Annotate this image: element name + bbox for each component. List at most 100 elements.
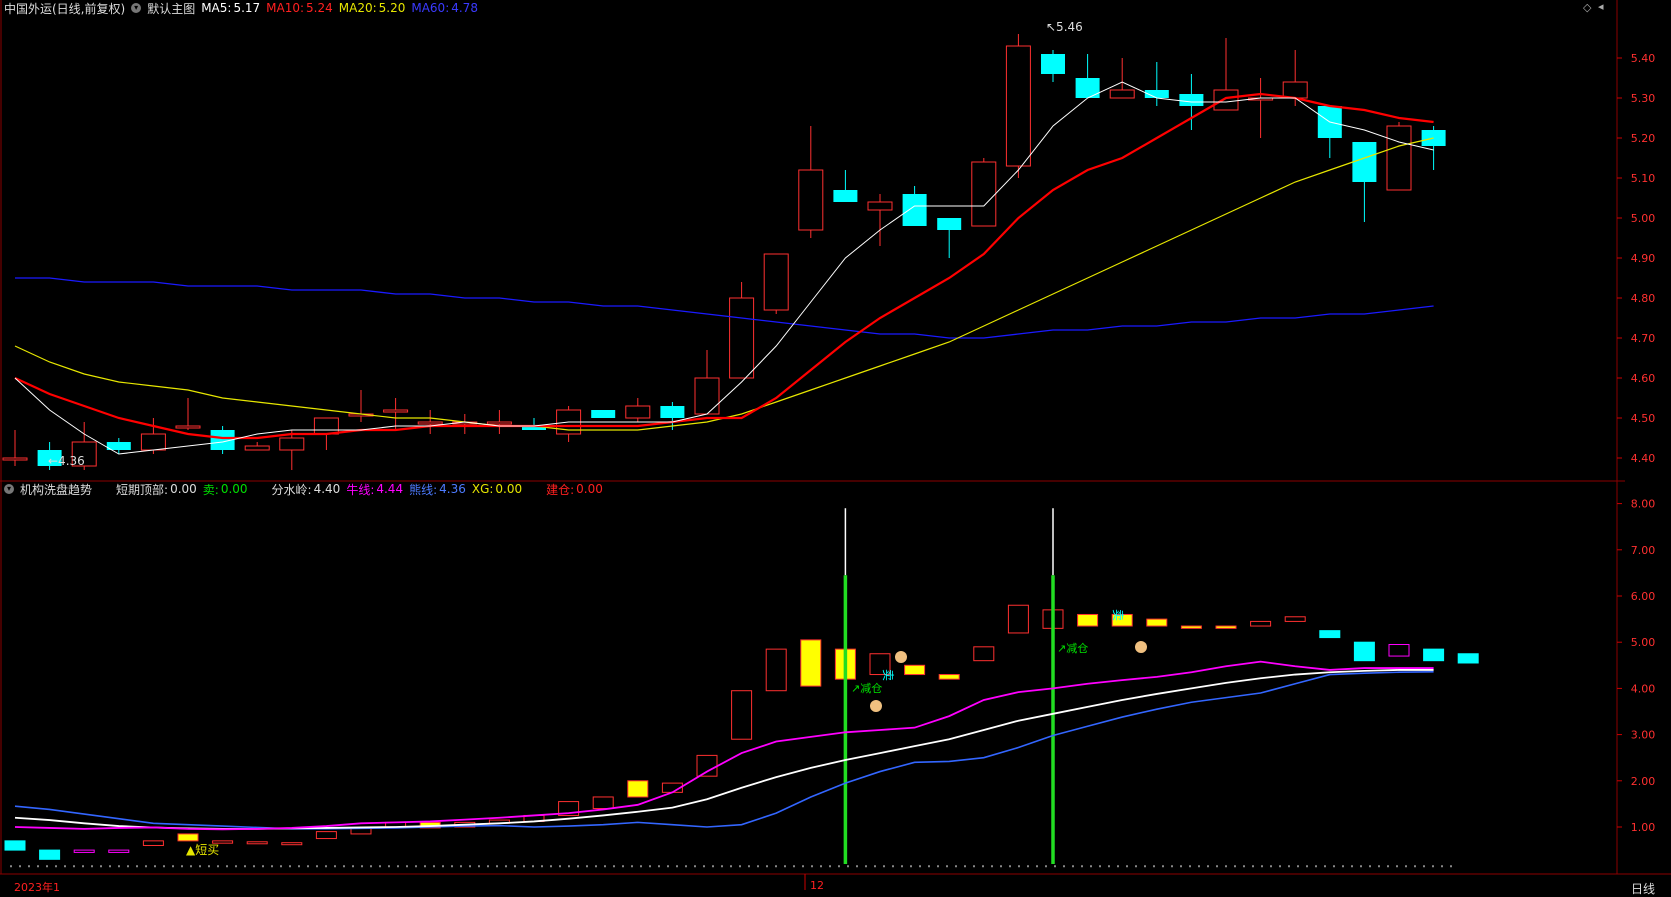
candle: [140, 433, 166, 451]
indicator-bar: [938, 674, 960, 680]
price-tick-label: 5.20: [1631, 132, 1656, 145]
top-label: 短期顶部:: [116, 482, 169, 497]
indicator-bar: [731, 690, 753, 740]
candle: [625, 405, 651, 419]
ma10-label: MA10:: [266, 1, 305, 15]
candle: [1005, 45, 1031, 167]
candle: [486, 421, 512, 425]
ind-tick-label: 1.00: [1631, 821, 1656, 834]
candle: [244, 445, 270, 451]
sell-value: 0.00: [220, 482, 248, 496]
ind-tick-label: 2.00: [1631, 775, 1656, 788]
price-tick-label: 4.80: [1631, 292, 1656, 305]
candle: [2, 457, 28, 461]
diamond-icon[interactable]: ◇: [1583, 1, 1591, 14]
candle: [694, 377, 720, 415]
ma20-label: MA20:: [338, 1, 377, 15]
stock-title[interactable]: 中国外运(日线,前复权): [4, 0, 125, 17]
bear-value: 4.36: [439, 482, 466, 496]
xg-label: XG:: [471, 482, 494, 496]
indicator-bar: [1388, 644, 1410, 657]
indicator-bar: [39, 849, 61, 860]
bear-label: 熊线:: [409, 482, 438, 497]
build-value: 0.00: [576, 482, 603, 496]
indicator-bar: [800, 639, 822, 687]
top-value: 0.00: [170, 482, 197, 496]
candle: [971, 161, 997, 227]
price-tick-label: 4.40: [1631, 452, 1656, 465]
price-tick-label: 4.60: [1631, 372, 1656, 385]
indicator-bar: [1146, 618, 1168, 627]
indicator-bar: [1180, 625, 1202, 629]
indicator-bar: [1423, 648, 1445, 662]
indicator-bar: [765, 648, 787, 692]
dropdown-icon[interactable]: ▾: [4, 484, 14, 494]
indicator-bar: [627, 780, 649, 798]
indicator-bar: [1007, 604, 1029, 634]
candle: [1075, 78, 1100, 98]
dropdown-icon[interactable]: ▾: [131, 3, 142, 13]
candle: [279, 437, 305, 451]
indicator-bar: [142, 840, 164, 846]
candle: [867, 201, 893, 211]
divide-value: 4.40: [313, 482, 341, 496]
bull-label: 牛线:: [346, 482, 375, 497]
price-tick-label: 5.10: [1631, 172, 1656, 185]
ma60-value: 4.78: [451, 1, 478, 15]
candle: [417, 421, 443, 425]
candle: [1041, 54, 1065, 74]
expand-icon[interactable]: ◂: [1598, 0, 1604, 13]
indicator-bar: [315, 831, 337, 840]
money-bag-icon: [870, 700, 882, 712]
candle: [1213, 89, 1239, 111]
indicator-bar: [73, 849, 95, 853]
candle: [1352, 142, 1377, 182]
indicator-bar: [973, 646, 995, 662]
indicator-bar: [592, 796, 614, 810]
sell-label-2: 卖: [1111, 609, 1125, 621]
candle: [1179, 94, 1204, 106]
indicator-header: ▾ 机构洗盘趋势 短期顶部: 0.00 卖: 0.00 分水岭: 4.40 牛线: 4.…: [4, 481, 609, 497]
time-axis-mid: 12: [810, 879, 824, 892]
reduce-label-1: ↗减仓: [851, 681, 882, 695]
ma60-label: MA60:: [411, 1, 450, 15]
sell-label-1: 卖: [881, 669, 895, 681]
build-label: 建仓:: [546, 482, 575, 497]
candle: [1109, 89, 1135, 99]
price-tick-label: 5.00: [1631, 212, 1656, 225]
short-buy-marker: ▲短买: [186, 843, 219, 857]
candle: [1386, 125, 1412, 191]
sell-label: 卖:: [202, 482, 219, 497]
price-tick-label: 4.90: [1631, 252, 1656, 265]
ind-tick-label: 8.00: [1631, 498, 1656, 511]
price-tick-label: 5.40: [1631, 52, 1656, 65]
ma5-value: 5.17: [233, 1, 261, 15]
hand-icon: [1135, 641, 1147, 653]
indicator-name[interactable]: 机构洗盘趋势: [20, 481, 92, 498]
price-tick-label: 5.30: [1631, 92, 1656, 105]
candle: [313, 417, 339, 435]
reduce-label-2: ↗减仓: [1057, 641, 1088, 655]
high-marker: ↖5.46: [1046, 20, 1083, 34]
indicator-bar: [696, 754, 718, 777]
indicator-bar: [177, 833, 199, 842]
candle: [383, 409, 409, 413]
indicator-bar: [108, 849, 130, 853]
xg-value: 0.00: [495, 482, 523, 496]
candle: [798, 169, 824, 231]
period-label[interactable]: 日线: [1631, 880, 1655, 897]
indicator-bar: [4, 840, 26, 851]
chart-canvas[interactable]: 5.40 5.30 5.20 5.10 5.00 4.90 4.80 4.70 4.60 4.50…: [0, 0, 1671, 897]
template-name[interactable]: 默认主图: [147, 0, 195, 17]
candle: [660, 406, 685, 418]
ma20-value: 5.20: [378, 1, 406, 15]
bull-value: 4.44: [376, 482, 404, 496]
time-axis-start: 2023年1: [14, 881, 60, 894]
candle: [591, 410, 616, 418]
ind-tick-label: 7.00: [1631, 544, 1656, 557]
indicator-bar: [1077, 613, 1099, 627]
main-chart-header: 中国外运(日线,前复权) ▾ 默认主图 MA5: 5.17 MA10: 5.24 M…: [4, 0, 484, 16]
ind-tick-label: 6.00: [1631, 590, 1656, 603]
ma10-value: 5.24: [306, 1, 333, 15]
indicator-bar: [1250, 620, 1272, 627]
